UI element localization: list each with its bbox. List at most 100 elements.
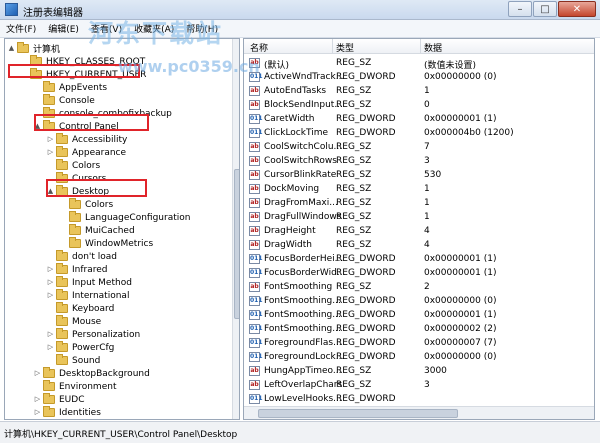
tree-vertical-scrollbar[interactable] (232, 39, 239, 419)
tree-expander-icon[interactable] (59, 200, 68, 209)
value-row[interactable]: ab DragFullWindows REG_SZ 1 (244, 210, 594, 224)
value-row[interactable]: ab DockMoving REG_SZ 1 (244, 182, 594, 196)
tree-item[interactable]: ▲ Control Panel (33, 120, 120, 133)
tree-expander-icon[interactable] (33, 109, 42, 118)
tree-item[interactable]: MuiCached (59, 224, 136, 237)
tree-item[interactable]: ▷ Personalization (46, 328, 141, 341)
tree-item[interactable]: Environment (33, 380, 117, 393)
column-separator[interactable] (332, 39, 333, 54)
close-button[interactable]: ✕ (558, 1, 596, 17)
column-type[interactable]: 类型 (336, 41, 354, 54)
tree-item[interactable]: ▷ Identities (33, 406, 102, 419)
value-row[interactable]: ab BlockSendInput... REG_SZ 0 (244, 98, 594, 112)
tree-expander-icon[interactable] (33, 96, 42, 105)
column-data[interactable]: 数据 (424, 41, 442, 54)
tree-expander-icon[interactable]: ▷ (33, 395, 42, 404)
tree-expander-icon[interactable] (33, 382, 42, 391)
value-row[interactable]: 011 FocusBorderHei... REG_DWORD 0x00000001 … (244, 252, 594, 266)
tree-expander-icon[interactable]: ▷ (46, 291, 55, 300)
tree-item[interactable]: ▷ DesktopBackground (33, 367, 151, 380)
value-row[interactable]: ab CoolSwitchRows REG_SZ 3 (244, 154, 594, 168)
tree-item[interactable]: Mouse (46, 315, 102, 328)
tree-item[interactable]: ▷ Infrared (46, 263, 109, 276)
tree-expander-icon[interactable] (33, 83, 42, 92)
value-row[interactable]: ab HungAppTimeo... REG_SZ 3000 (244, 364, 594, 378)
tree-item[interactable]: Keyboard (46, 302, 115, 315)
tree-expander-icon[interactable]: ▷ (33, 369, 42, 378)
tree-expander-icon[interactable] (46, 161, 55, 170)
value-row[interactable]: 011 ForegroundFlas... REG_DWORD 0x00000007 … (244, 336, 594, 350)
tree-expander-icon[interactable]: ▷ (46, 148, 55, 157)
maximize-button[interactable]: □ (533, 1, 557, 17)
tree-item[interactable]: Sound (46, 354, 101, 367)
value-row[interactable]: ab CursorBlinkRate REG_SZ 530 (244, 168, 594, 182)
tree-item[interactable]: ▲ Desktop (46, 185, 110, 198)
list-horizontal-scrollbar[interactable] (244, 406, 594, 419)
minimize-button[interactable]: – (508, 1, 532, 17)
value-row[interactable]: ab FontSmoothing REG_SZ 2 (244, 280, 594, 294)
tree-expander-icon[interactable] (20, 70, 29, 79)
tree-expander-icon[interactable]: ▷ (46, 278, 55, 287)
menu-file[interactable]: 文件(F) (6, 22, 36, 35)
tree-expander-icon[interactable] (46, 252, 55, 261)
tree-expander-icon[interactable]: ▷ (46, 135, 55, 144)
value-row[interactable]: 011 LowLevelHooks... REG_DWORD (244, 392, 594, 406)
tree-item[interactable]: HKEY_CLASSES_ROOT (20, 55, 146, 68)
value-row[interactable]: 011 FontSmoothing... REG_DWORD 0x00000000 (… (244, 294, 594, 308)
value-row[interactable]: 011 ForegroundLock... REG_DWORD 0x00000000 … (244, 350, 594, 364)
tree-item[interactable]: ▷ PowerCfg (46, 341, 115, 354)
tree-item[interactable]: HKEY_CURRENT_USER (20, 68, 147, 81)
list-scroll-thumb[interactable] (258, 409, 458, 418)
column-separator[interactable] (420, 39, 421, 54)
column-name[interactable]: 名称 (250, 41, 268, 54)
tree-expander-icon[interactable] (59, 226, 68, 235)
tree-expander-icon[interactable] (59, 213, 68, 222)
tree-expander-icon[interactable] (46, 304, 55, 313)
value-row[interactable]: 011 FocusBorderWid... REG_DWORD 0x00000001 … (244, 266, 594, 280)
value-row[interactable]: ab AutoEndTasks REG_SZ 1 (244, 84, 594, 98)
menu-help[interactable]: 帮助(H) (186, 22, 218, 35)
tree-scroll-thumb[interactable] (234, 169, 239, 319)
value-row[interactable]: 011 ActiveWndTrack... REG_DWORD 0x00000000 … (244, 70, 594, 84)
tree-item[interactable]: Colors (46, 159, 101, 172)
tree-expander-icon[interactable]: ▷ (46, 330, 55, 339)
tree-item[interactable]: Console (33, 94, 96, 107)
tree-expander-icon[interactable] (46, 174, 55, 183)
tree-item[interactable]: AppEvents (33, 81, 108, 94)
tree-item[interactable]: ▷ EUDC (33, 393, 86, 406)
tree-expander-icon[interactable] (20, 57, 29, 66)
tree-item[interactable]: ▷ Input Method (46, 276, 133, 289)
tree-expander-icon[interactable]: ▲ (7, 44, 16, 53)
tree-item[interactable]: Cursors (46, 172, 107, 185)
menu-favorites[interactable]: 收藏夹(A) (134, 22, 174, 35)
tree-item[interactable]: WindowMetrics (59, 237, 154, 250)
tree-item[interactable]: Colors (59, 198, 114, 211)
tree-item[interactable]: ▲ 计算机 (7, 42, 61, 55)
tree-item[interactable]: LanguageConfiguration (59, 211, 191, 224)
value-row[interactable]: ab (默认) REG_SZ (数值未设置) (244, 56, 594, 71)
value-row[interactable]: ab LeftOverlapChars REG_SZ 3 (244, 378, 594, 392)
value-row[interactable]: ab DragWidth REG_SZ 4 (244, 238, 594, 252)
value-row[interactable]: ab CoolSwitchColu... REG_SZ 7 (244, 140, 594, 154)
tree-expander-icon[interactable] (46, 317, 55, 326)
tree-expander-icon[interactable]: ▷ (46, 265, 55, 274)
value-row[interactable]: ab DragFromMaxi... REG_SZ 1 (244, 196, 594, 210)
value-row[interactable]: 011 FontSmoothing... REG_DWORD 0x00000002 (… (244, 322, 594, 336)
menu-view[interactable]: 查看(V) (91, 22, 122, 35)
tree-expander-icon[interactable] (46, 356, 55, 365)
tree-expander-icon[interactable] (59, 239, 68, 248)
tree-item[interactable]: console_combofixbackup (33, 107, 173, 120)
value-row[interactable]: 011 CaretWidth REG_DWORD 0x00000001 (1) (244, 112, 594, 126)
tree-item[interactable]: ▷ International (46, 289, 130, 302)
menu-edit[interactable]: 编辑(E) (48, 22, 79, 35)
tree-item[interactable]: ▷ Appearance (46, 146, 127, 159)
tree-item[interactable]: don't load (46, 250, 118, 263)
tree-item[interactable]: ▷ Accessibility (46, 133, 128, 146)
tree-expander-icon[interactable]: ▷ (46, 343, 55, 352)
value-row[interactable]: 011 FontSmoothing... REG_DWORD 0x00000001 (… (244, 308, 594, 322)
tree-expander-icon[interactable]: ▲ (33, 122, 42, 131)
value-row[interactable]: ab DragHeight REG_SZ 4 (244, 224, 594, 238)
value-row[interactable]: 011 ClickLockTime REG_DWORD 0x000004b0 (120… (244, 126, 594, 140)
tree-expander-icon[interactable]: ▷ (33, 408, 42, 417)
tree-expander-icon[interactable]: ▲ (46, 187, 55, 196)
